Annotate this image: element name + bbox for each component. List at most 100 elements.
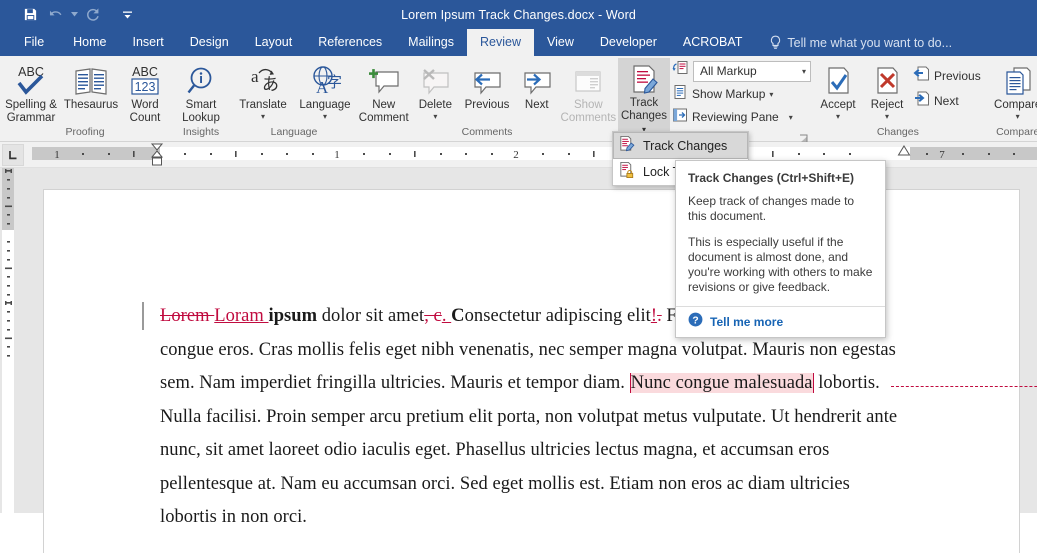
deleted-comma: , c (424, 306, 442, 326)
translate-dropdown-icon[interactable]: ▾ (261, 112, 265, 121)
show-markup-icon (672, 84, 688, 105)
spelling-grammar-icon: ABC (11, 63, 51, 97)
help-question-icon: ? (688, 312, 703, 332)
reject-change-label: Reject (870, 99, 904, 111)
accept-dropdown-icon[interactable]: ▾ (836, 112, 840, 121)
compare-button[interactable]: Compare ▾ (983, 60, 1037, 121)
undo-icon[interactable] (44, 4, 68, 26)
tab-design[interactable]: Design (177, 29, 242, 56)
tooltip-paragraph-1: Keep track of changes made to this docum… (688, 194, 855, 223)
tab-view[interactable]: View (534, 29, 587, 56)
smart-lookup-label-2: Lookup (182, 111, 220, 124)
smart-lookup-button[interactable]: Smart Lookup (170, 60, 232, 125)
chevron-down-icon[interactable]: ▾ (802, 67, 806, 76)
reviewing-pane-dropdown-icon[interactable]: ▾ (789, 113, 793, 122)
group-label-proofing: Proofing (65, 126, 105, 138)
next-change-row[interactable]: Next (911, 90, 983, 112)
reject-dropdown-icon[interactable]: ▾ (885, 112, 889, 121)
tab-references[interactable]: References (305, 29, 395, 56)
svg-text:ABC: ABC (132, 65, 158, 79)
display-for-review-combo[interactable]: All Markup ▾ (693, 60, 811, 82)
tell-me-search[interactable]: Tell me what you want to do... (769, 29, 952, 56)
tab-acrobat[interactable]: ACROBAT (670, 29, 756, 56)
ribbon: ABC Spelling & Grammar Thesaurus ABC 123… (0, 56, 1037, 143)
word-count-icon: ABC 123 (125, 63, 165, 97)
tab-insert[interactable]: Insert (120, 29, 177, 56)
show-comments-button[interactable]: Show Comments (559, 60, 618, 125)
tab-file[interactable]: File (8, 29, 60, 56)
undo-dropdown-icon[interactable] (70, 4, 79, 26)
svg-text:123: 123 (135, 80, 156, 94)
translate-label: Translate (239, 99, 287, 111)
right-indent-marker-icon[interactable] (895, 144, 913, 158)
tab-review[interactable]: Review (467, 29, 535, 56)
tab-developer[interactable]: Developer (587, 29, 670, 56)
new-comment-button[interactable]: New Comment (356, 60, 411, 125)
window-title: Lorem Ipsum Track Changes.docx - Word (401, 7, 636, 22)
display-for-review-row[interactable]: All Markup ▾ (670, 60, 813, 82)
tab-home[interactable]: Home (60, 29, 119, 56)
previous-comment-button[interactable]: Previous (459, 60, 514, 113)
language-button[interactable]: A 字 Language ▾ (294, 60, 356, 121)
reviewing-pane-row[interactable]: Reviewing Pane ▾ (670, 106, 813, 128)
delete-comment-dropdown-icon[interactable]: ▾ (433, 112, 437, 121)
track-changes-tooltip: Track Changes (Ctrl+Shift+E) Keep track … (675, 160, 886, 338)
delete-comment-icon (418, 63, 452, 97)
show-markup-dropdown-icon[interactable]: ▾ (769, 90, 773, 99)
delete-comment-button[interactable]: Delete ▾ (411, 60, 459, 121)
word-count-label-2: Count (129, 111, 161, 124)
reject-change-button[interactable]: Reject ▾ (863, 60, 911, 121)
new-comment-icon (367, 63, 401, 97)
group-label-changes: Changes (876, 126, 919, 138)
menu-item-track-changes[interactable]: Track Changes (613, 132, 748, 159)
track-changes-label-1: Track (629, 97, 659, 109)
vertical-ruler[interactable] (0, 168, 16, 513)
spelling-grammar-label-2: Grammar (6, 111, 56, 124)
left-tab-stop-icon[interactable] (2, 143, 24, 166)
language-label: Language (299, 99, 351, 111)
show-comments-label-2: Comments (560, 111, 617, 124)
save-icon[interactable] (18, 4, 42, 26)
accept-change-button[interactable]: Accept ▾ (813, 60, 863, 121)
tab-mailings[interactable]: Mailings (395, 29, 467, 56)
thesaurus-button[interactable]: Thesaurus (62, 60, 120, 113)
word-count-button[interactable]: ABC 123 Word Count (120, 60, 170, 125)
translate-button[interactable]: a あ Translate ▾ (232, 60, 294, 121)
body-text-1: dolor sit amet (317, 306, 425, 326)
compare-dropdown-icon[interactable]: ▾ (1016, 112, 1020, 121)
track-changes-icon (618, 135, 635, 157)
next-comment-icon (520, 63, 554, 97)
language-dropdown-icon[interactable]: ▾ (323, 112, 327, 121)
show-markup-label: Show Markup (692, 87, 766, 101)
ribbon-group-insights: Smart Lookup Insights (170, 56, 232, 142)
new-comment-label-1: New (372, 99, 396, 111)
new-comment-label-2: Comment (358, 111, 409, 124)
ribbon-group-language: a あ Translate ▾ A 字 Language ▾ Language (232, 56, 356, 142)
thesaurus-label: Thesaurus (63, 99, 119, 111)
tooltip-paragraph-2: This is especially useful if the documen… (688, 235, 873, 294)
deleted-text: Lorem (160, 306, 215, 326)
previous-change-row[interactable]: Previous (911, 65, 983, 87)
tooltip-tell-me-more[interactable]: ? Tell me more (688, 307, 873, 337)
track-changes-button[interactable]: Track Changes ▾ (618, 58, 670, 134)
next-comment-button[interactable]: Next (515, 60, 559, 113)
group-label-compare: Compare (996, 126, 1037, 138)
spelling-grammar-button[interactable]: ABC Spelling & Grammar (0, 60, 62, 125)
ruler-tick-3: 2 (513, 149, 519, 161)
accept-change-icon (822, 63, 854, 97)
language-icon: A 字 (307, 63, 343, 97)
customize-quick-access-icon[interactable] (115, 4, 139, 26)
body-text-4: lobortis. Nulla facilisi. Proin semper a… (160, 373, 898, 527)
ruler-tick-2: 1 (334, 149, 340, 161)
ribbon-tab-strip: File Home Insert Design Layout Reference… (0, 29, 1037, 56)
tracking-dialog-launcher-icon[interactable] (799, 131, 809, 143)
show-markup-row[interactable]: Show Markup ▾ (670, 83, 813, 105)
body-text-2: onsectetur adipiscing elit (464, 306, 651, 326)
horizontal-ruler[interactable]: 1 1 2 3 7 (32, 146, 1037, 162)
tab-layout[interactable]: Layout (242, 29, 306, 56)
next-comment-label: Next (524, 99, 549, 111)
indent-markers-icon[interactable] (148, 142, 168, 168)
lock-tracking-icon (618, 161, 635, 183)
redo-icon[interactable] (81, 4, 105, 26)
commented-text[interactable]: Nunc congue malesuada (629, 373, 814, 393)
